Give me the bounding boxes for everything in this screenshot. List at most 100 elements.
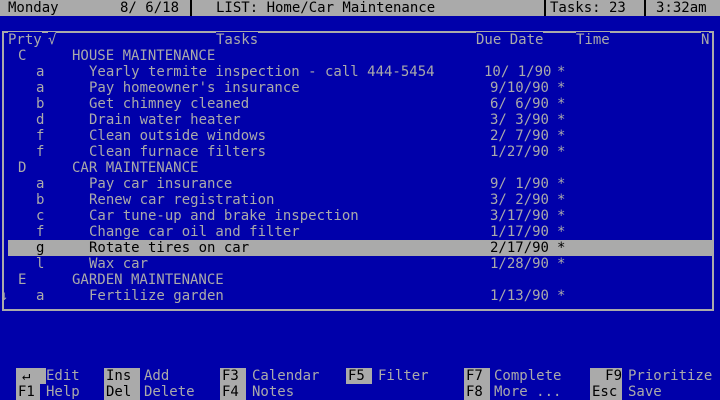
group-title: GARDEN MAINTENANCE <box>72 272 224 288</box>
f7-key[interactable]: F7 <box>464 368 490 384</box>
column-n-header[interactable]: N <box>701 32 710 48</box>
complete-label[interactable]: Complete <box>494 368 561 384</box>
group-row[interactable]: C HOUSE MAINTENANCE <box>8 48 712 64</box>
priority-cell: f <box>36 144 45 160</box>
group-row[interactable]: E GARDEN MAINTENANCE <box>8 272 712 288</box>
priority-cell: d <box>36 112 45 128</box>
due-date-cell: 9/10/90 <box>489 80 549 96</box>
due-date-cell: 1/28/90 <box>489 256 549 272</box>
due-date-cell: 1/27/90 <box>489 144 549 160</box>
task-row[interactable]: b Renew car registration 3/ 2/90 * <box>8 192 712 208</box>
due-date-cell: 3/17/90 <box>489 208 549 224</box>
task-row[interactable]: d Drain water heater 3/ 3/90 * <box>8 112 712 128</box>
esc-key[interactable]: Esc <box>590 384 622 400</box>
task-row[interactable]: a Pay homeowner's insurance 9/10/90 * <box>8 80 712 96</box>
column-time-header[interactable]: Time <box>576 32 610 48</box>
due-date-cell: 3/ 3/90 <box>489 112 549 128</box>
f8-key[interactable]: F8 <box>464 384 490 400</box>
due-date-cell: 2/17/90 <box>489 240 549 256</box>
alarm-marker: * <box>557 112 566 128</box>
due-date-cell: 1/13/90 <box>489 288 549 304</box>
priority-cell: l <box>36 256 45 272</box>
due-date-cell: 3/ 2/90 <box>489 192 549 208</box>
task-text: Wax car <box>89 256 149 272</box>
status-separator <box>644 0 646 16</box>
group-row[interactable]: D CAR MAINTENANCE <box>8 160 712 176</box>
f1-key[interactable]: F1 <box>16 384 40 400</box>
status-clock: 3:32am <box>656 0 707 16</box>
task-row[interactable]: f Clean furnace filters 1/27/90 * <box>8 144 712 160</box>
prioritize-label[interactable]: Prioritize <box>628 368 712 384</box>
alarm-marker: * <box>557 256 566 272</box>
save-label[interactable]: Save <box>628 384 662 400</box>
help-label[interactable]: Help <box>46 384 80 400</box>
delete-label[interactable]: Delete <box>144 384 195 400</box>
due-date-cell: 10/ 1/90 <box>484 64 552 80</box>
f3-key[interactable]: F3 <box>220 368 246 384</box>
due-date-cell: 6/ 6/90 <box>489 96 549 112</box>
task-row[interactable]: a Yearly termite inspection - call 444-54… <box>8 64 712 80</box>
status-day: Monday <box>8 0 59 16</box>
task-row[interactable]: l Wax car 1/28/90 * <box>8 256 712 272</box>
priority-cell: b <box>36 96 45 112</box>
task-row[interactable]: f Clean outside windows 2/ 7/90 * <box>8 128 712 144</box>
task-row[interactable]: g Rotate tires on car 2/17/90 * <box>8 240 712 256</box>
task-row[interactable]: c Car tune-up and brake inspection 3/17/90… <box>8 208 712 224</box>
filter-label[interactable]: Filter <box>378 368 429 384</box>
calendar-label[interactable]: Calendar <box>252 368 319 384</box>
status-separator <box>544 0 546 16</box>
ins-key[interactable]: Ins <box>104 368 140 384</box>
alarm-marker: * <box>557 208 566 224</box>
task-text: Rotate tires on car <box>89 240 250 256</box>
due-date-cell: 1/17/90 <box>489 224 549 240</box>
priority-cell: c <box>36 208 45 224</box>
group-title: HOUSE MAINTENANCE <box>72 48 216 64</box>
scroll-down-icon[interactable]: ↓ <box>0 288 8 304</box>
task-text: Clean outside windows <box>89 128 267 144</box>
group-title: CAR MAINTENANCE <box>72 160 199 176</box>
alarm-marker: * <box>557 288 566 304</box>
add-label[interactable]: Add <box>144 368 169 384</box>
priority-cell: g <box>36 240 45 256</box>
alarm-marker: * <box>557 80 566 96</box>
priority-cell: C <box>18 48 27 64</box>
f5-key[interactable]: F5 <box>346 368 372 384</box>
alarm-marker: * <box>557 96 566 112</box>
task-text: Yearly termite inspection - call 444-545… <box>89 64 435 80</box>
priority-cell: E <box>18 272 27 288</box>
alarm-marker: * <box>557 224 566 240</box>
status-bar: Monday 8/ 6/18 LIST: Home/Car Maintenanc… <box>0 0 720 16</box>
task-text: Pay homeowner's insurance <box>89 80 300 96</box>
task-row[interactable]: a Fertilize garden 1/13/90 * <box>8 288 712 304</box>
edit-label[interactable]: Edit <box>46 368 80 384</box>
due-date-cell: 2/ 7/90 <box>489 128 549 144</box>
enter-key-icon[interactable]: ↵ <box>16 368 46 384</box>
priority-cell: D <box>18 160 27 176</box>
status-date: 8/ 6/18 <box>120 0 180 16</box>
column-check-header[interactable]: √ <box>48 32 57 48</box>
more-label[interactable]: More ... <box>494 384 561 400</box>
priority-cell: a <box>36 288 45 304</box>
status-separator <box>190 0 192 16</box>
alarm-marker: * <box>557 192 566 208</box>
due-date-cell: 9/ 1/90 <box>489 176 549 192</box>
status-task-count: Tasks: 23 <box>550 0 626 16</box>
priority-cell: a <box>36 176 45 192</box>
task-text: Clean furnace filters <box>89 144 267 160</box>
column-tasks-header[interactable]: Tasks <box>216 32 259 48</box>
task-row[interactable]: b Get chimney cleaned 6/ 6/90 * <box>8 96 712 112</box>
notes-label[interactable]: Notes <box>252 384 294 400</box>
f4-key[interactable]: F4 <box>220 384 246 400</box>
task-row[interactable]: f Change car oil and filter 1/17/90 * <box>8 224 712 240</box>
column-priority-header[interactable]: Prty <box>8 32 42 48</box>
priority-cell: f <box>36 224 45 240</box>
del-key[interactable]: Del <box>104 384 140 400</box>
alarm-marker: * <box>557 128 566 144</box>
task-text: Renew car registration <box>89 192 275 208</box>
alarm-marker: * <box>557 240 566 256</box>
column-due-date-header[interactable]: Due Date <box>476 32 544 48</box>
task-text: Drain water heater <box>89 112 241 128</box>
task-text: Get chimney cleaned <box>89 96 250 112</box>
f9-key[interactable]: F9 <box>590 368 622 384</box>
task-row[interactable]: a Pay car insurance 9/ 1/90 * <box>8 176 712 192</box>
